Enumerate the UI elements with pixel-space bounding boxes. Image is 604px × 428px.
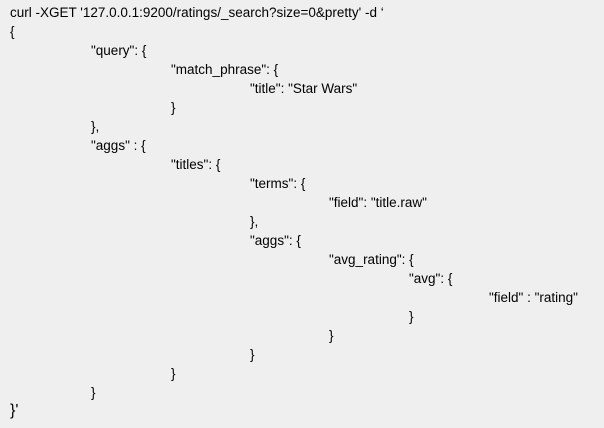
code-line: "avg_rating": { [329,252,414,267]
closing-line: }' [10,402,19,419]
code-line: } [91,385,96,400]
code-line: "aggs": { [250,233,301,248]
code-line: "titles": { [171,157,221,172]
code-line: "aggs" : { [91,138,146,153]
command-line: curl -XGET '127.0.0.1:9200/ratings/_sear… [10,5,384,20]
code-line: "terms": { [250,176,306,191]
code-line: "field": "title.raw" [329,195,427,210]
code-line: } [329,328,334,343]
code-document: curl -XGET '127.0.0.1:9200/ratings/_sear… [0,0,604,428]
code-line: "query": { [91,43,147,58]
code-line: "field" : "rating" [489,290,578,305]
code-line: } [409,309,414,324]
code-line: "match_phrase": { [171,62,279,77]
code-line: "title": "Star Wars" [250,81,358,96]
code-line: } [171,366,176,381]
code-line: "avg": { [409,271,453,286]
code-line: { [10,24,15,39]
code-line: } [250,347,255,362]
code-line: }, [250,214,259,229]
code-line: } [171,100,176,115]
code-line: }, [91,119,100,134]
